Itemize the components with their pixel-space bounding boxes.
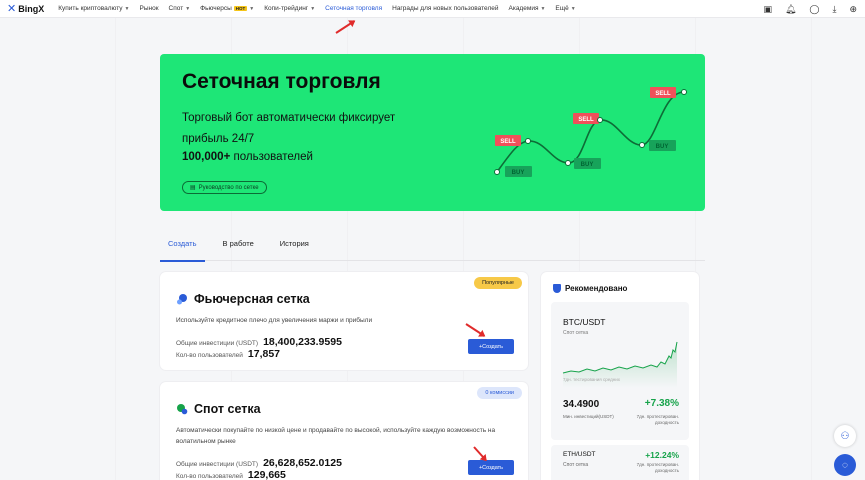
futures-grid-card[interactable]: Популярные Фьючерсная сетка Используйте … (160, 272, 528, 370)
shield-icon (553, 284, 561, 293)
stat-value: 18,400,233.9595 (263, 336, 342, 348)
svg-text:SELL: SELL (578, 117, 594, 123)
stat-value: 129,665 (247, 469, 286, 480)
nav-item-market[interactable]: Рынок (139, 5, 158, 12)
nav-label: Спот (168, 5, 184, 12)
create-spot-grid-button[interactable]: +Создать (468, 460, 514, 475)
community-icon[interactable]: ⚇ (834, 425, 856, 447)
top-nav: ✕ BingX Купить криптовалюту ▼ Рынок Спот ▼… (0, 0, 865, 18)
nav-item-grid-trading[interactable]: Сеточная торговля (325, 5, 382, 12)
futures-title-text: Фьючерсная сетка (194, 292, 310, 306)
recommended-panel: Рекомендовано BTC/USDT Спот сетка 7дн. т… (541, 272, 699, 480)
futures-grid-icon (177, 294, 187, 305)
hot-badge: HOT (233, 6, 248, 11)
spot-investment: Общие инвестиции (USDT) 26,628,652.0125 (176, 457, 342, 469)
tab-create[interactable]: Создать (160, 237, 205, 262)
rec-min-investment: 34.4900 (563, 399, 600, 410)
chevron-down-icon: ▼ (310, 5, 316, 12)
futures-users: Кол-во пользователей 17,857 (176, 348, 280, 360)
sell-tag: SELL (650, 87, 676, 98)
rec-type: Спот сетка (563, 462, 589, 468)
nav-label: Сеточная торговля (325, 5, 383, 12)
recommended-title: Рекомендовано (553, 284, 627, 293)
sell-tag: SELL (573, 113, 599, 124)
tab-running[interactable]: В работе (215, 237, 262, 261)
brand-name: BingX (18, 3, 45, 14)
svg-text:BUY: BUY (656, 144, 669, 150)
chat-icon[interactable]: ◌ (834, 454, 856, 476)
hero-banner: Сеточная торговля Торговый бот автоматич… (160, 54, 705, 211)
nav-item-rewards[interactable]: Награды для новых пользователей (392, 5, 498, 12)
recommended-title-text: Рекомендовано (565, 284, 628, 293)
spot-users: Кол-во пользователей 129,665 (176, 469, 286, 480)
chevron-down-icon: ▼ (540, 5, 546, 12)
nav-item-more[interactable]: Ещё ▼ (555, 5, 575, 12)
recommended-item-eth[interactable]: ETH/USDT Спот сетка +12.24% 7дн. протест… (551, 445, 689, 480)
spot-grid-icon (177, 404, 188, 415)
rec-pair: ETH/USDT (563, 451, 596, 458)
chevron-down-icon: ▼ (570, 5, 576, 12)
download-icon[interactable]: ⤓ (832, 4, 836, 15)
rec-chart-label: 7дн. тестирования средних (563, 377, 621, 382)
futures-description: Используйте кредитное плечо для увеличен… (176, 317, 373, 324)
wallet-icon[interactable]: ▣ (763, 4, 772, 15)
nav-item-copy-trading[interactable]: Копи-трейдинг ▼ (264, 5, 315, 12)
spot-grid-card[interactable]: 0 комиссии Спот сетка Автоматически поку… (160, 382, 528, 480)
sell-tag: SELL (495, 135, 521, 146)
zero-fee-badge: 0 комиссии (477, 387, 522, 399)
user-icon[interactable]: ◯ (809, 4, 819, 15)
tab-history[interactable]: История (272, 237, 317, 261)
chevron-down-icon: ▼ (249, 5, 255, 12)
brand-logo[interactable]: ✕ BingX (7, 2, 44, 15)
stat-label: Кол-во пользователей (176, 473, 243, 480)
popular-badge: Популярные (474, 277, 522, 289)
rec-min-investment-label: Мин. инвестиций(USDT) (563, 414, 614, 419)
nav-icons: ▣ 🔔︎ ◯ ⤓ ⊕ (763, 0, 857, 18)
nav-label: Ещё (555, 5, 569, 12)
nav-label: Купить криптовалюту (58, 5, 123, 12)
nav-label: Рынок (139, 5, 159, 12)
futures-investment: Общие инвестиции (USDT) 18,400,233.9595 (176, 336, 342, 348)
stat-value: 26,628,652.0125 (263, 457, 342, 469)
stat-label: Общие инвестиции (USDT) (176, 340, 259, 347)
rec-pair: BTC/USDT (563, 317, 606, 327)
chevron-down-icon: ▼ (185, 5, 191, 12)
futures-title: Фьючерсная сетка (176, 292, 310, 306)
create-futures-grid-button[interactable]: +Создать (468, 339, 514, 354)
nav-label: Копи-трейдинг (264, 5, 309, 12)
rec-return-label: 7дн. протестирован. доходность (636, 414, 679, 425)
grid-illustration: SELL SELL SELL BUY BUY BUY (494, 87, 687, 177)
spot-title: Спот сетка (176, 402, 261, 416)
globe-icon[interactable]: ⊕ (849, 4, 857, 15)
svg-text:SELL: SELL (655, 91, 671, 97)
buy-tag: BUY (649, 140, 676, 151)
buy-tag: BUY (574, 158, 601, 169)
annotation-arrow (335, 20, 355, 34)
spot-description: Автоматически покупайте по низкой цене и… (176, 427, 496, 445)
bingx-logo-icon: ✕ (7, 3, 17, 15)
svg-text:BUY: BUY (581, 162, 594, 168)
svg-text:BUY: BUY (512, 170, 525, 176)
nav-label: Академия (508, 5, 539, 12)
nav-label: Награды для новых пользователей (392, 5, 499, 12)
nav-label: Фьючерсы (200, 5, 232, 12)
nav-item-buy-crypto[interactable]: Купить криптовалюту ▼ (58, 5, 129, 12)
grid-tabs: Создать В работе История (160, 237, 705, 262)
nav-item-futures[interactable]: Фьючерсы HOT ▼ (200, 5, 254, 12)
rec-return-label: 7дн. протестирован. доходность (636, 462, 679, 473)
recommended-item-btc[interactable]: BTC/USDT Спот сетка 7дн. тестирования ср… (551, 302, 689, 440)
buy-tag: BUY (505, 166, 532, 177)
stat-label: Общие инвестиции (USDT) (176, 461, 259, 468)
rec-return: +7.38% (644, 398, 679, 409)
stat-value: 17,857 (247, 348, 281, 360)
spot-title-text: Спот сетка (194, 402, 261, 416)
nav-item-academy[interactable]: Академия ▼ (509, 5, 546, 12)
rec-type: Спот сетка (563, 330, 589, 336)
stat-label: Кол-во пользователей (176, 352, 243, 359)
nav-item-spot[interactable]: Спот ▼ (169, 5, 191, 12)
chevron-down-icon: ▼ (124, 5, 130, 12)
bell-icon[interactable]: 🔔︎ (785, 4, 796, 15)
rec-return: +12.24% (645, 450, 679, 460)
svg-text:SELL: SELL (500, 139, 516, 145)
